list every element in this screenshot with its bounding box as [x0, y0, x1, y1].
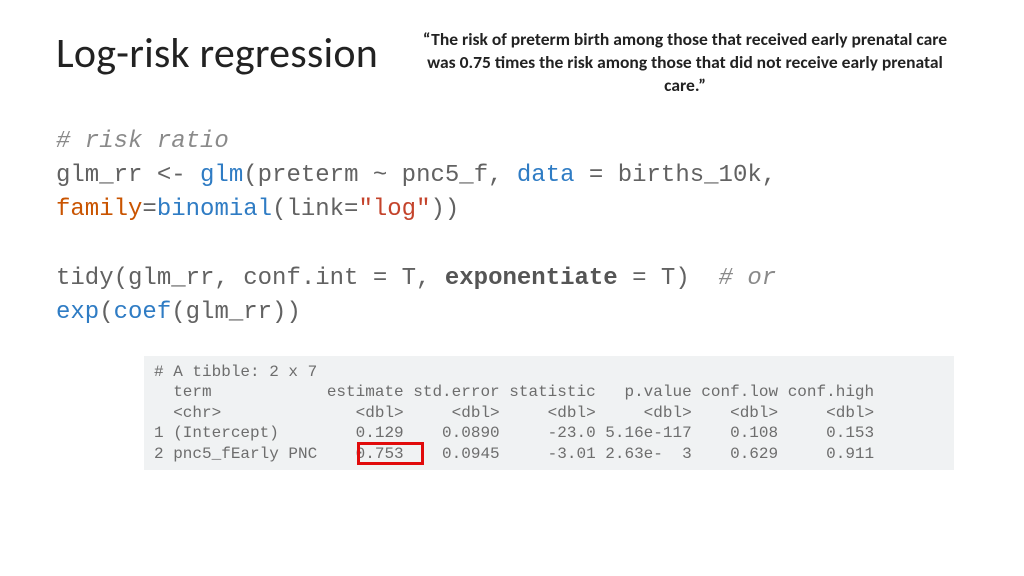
- code-string: "log": [358, 196, 430, 223]
- code-text: glm_rr <-: [56, 162, 200, 189]
- code-comment: # or: [719, 265, 777, 292]
- code-fn-coef: coef: [114, 299, 172, 326]
- header-row: Log-risk regression “The risk of preterm…: [56, 28, 968, 97]
- code-text: (preterm ~ pnc5_f,: [243, 162, 517, 189]
- highlight-box: [357, 442, 424, 465]
- code-text: = births_10k,: [575, 162, 791, 189]
- page-title: Log-risk regression: [56, 28, 378, 79]
- code-text: )): [430, 196, 459, 223]
- code-text: = T): [618, 265, 719, 292]
- code-text: tidy(glm_rr, conf.int = T,: [56, 265, 445, 292]
- code-text: (glm_rr)): [171, 299, 301, 326]
- code-bold-exponentiate: exponentiate: [445, 265, 618, 292]
- code-fn-glm: glm: [200, 162, 243, 189]
- code-kw-data: data: [517, 162, 575, 189]
- code-text: (: [99, 299, 113, 326]
- output-wrap: # A tibble: 2 x 7 term estimate std.erro…: [144, 356, 954, 470]
- code-fn-exp: exp: [56, 299, 99, 326]
- code-text: =: [142, 196, 156, 223]
- code-text: (link=: [272, 196, 358, 223]
- interpretation-quote: “The risk of preterm birth among those t…: [410, 28, 968, 97]
- code-fn-binomial: binomial: [157, 196, 272, 223]
- slide: Log-risk regression “The risk of preterm…: [0, 0, 1024, 576]
- code-comment: # risk ratio: [56, 128, 229, 155]
- output-text: # A tibble: 2 x 7 term estimate std.erro…: [154, 363, 874, 463]
- code-block: # risk ratio glm_rr <- glm(preterm ~ pnc…: [56, 125, 968, 329]
- tibble-output: # A tibble: 2 x 7 term estimate std.erro…: [144, 356, 954, 470]
- code-arg-family: family: [56, 196, 142, 223]
